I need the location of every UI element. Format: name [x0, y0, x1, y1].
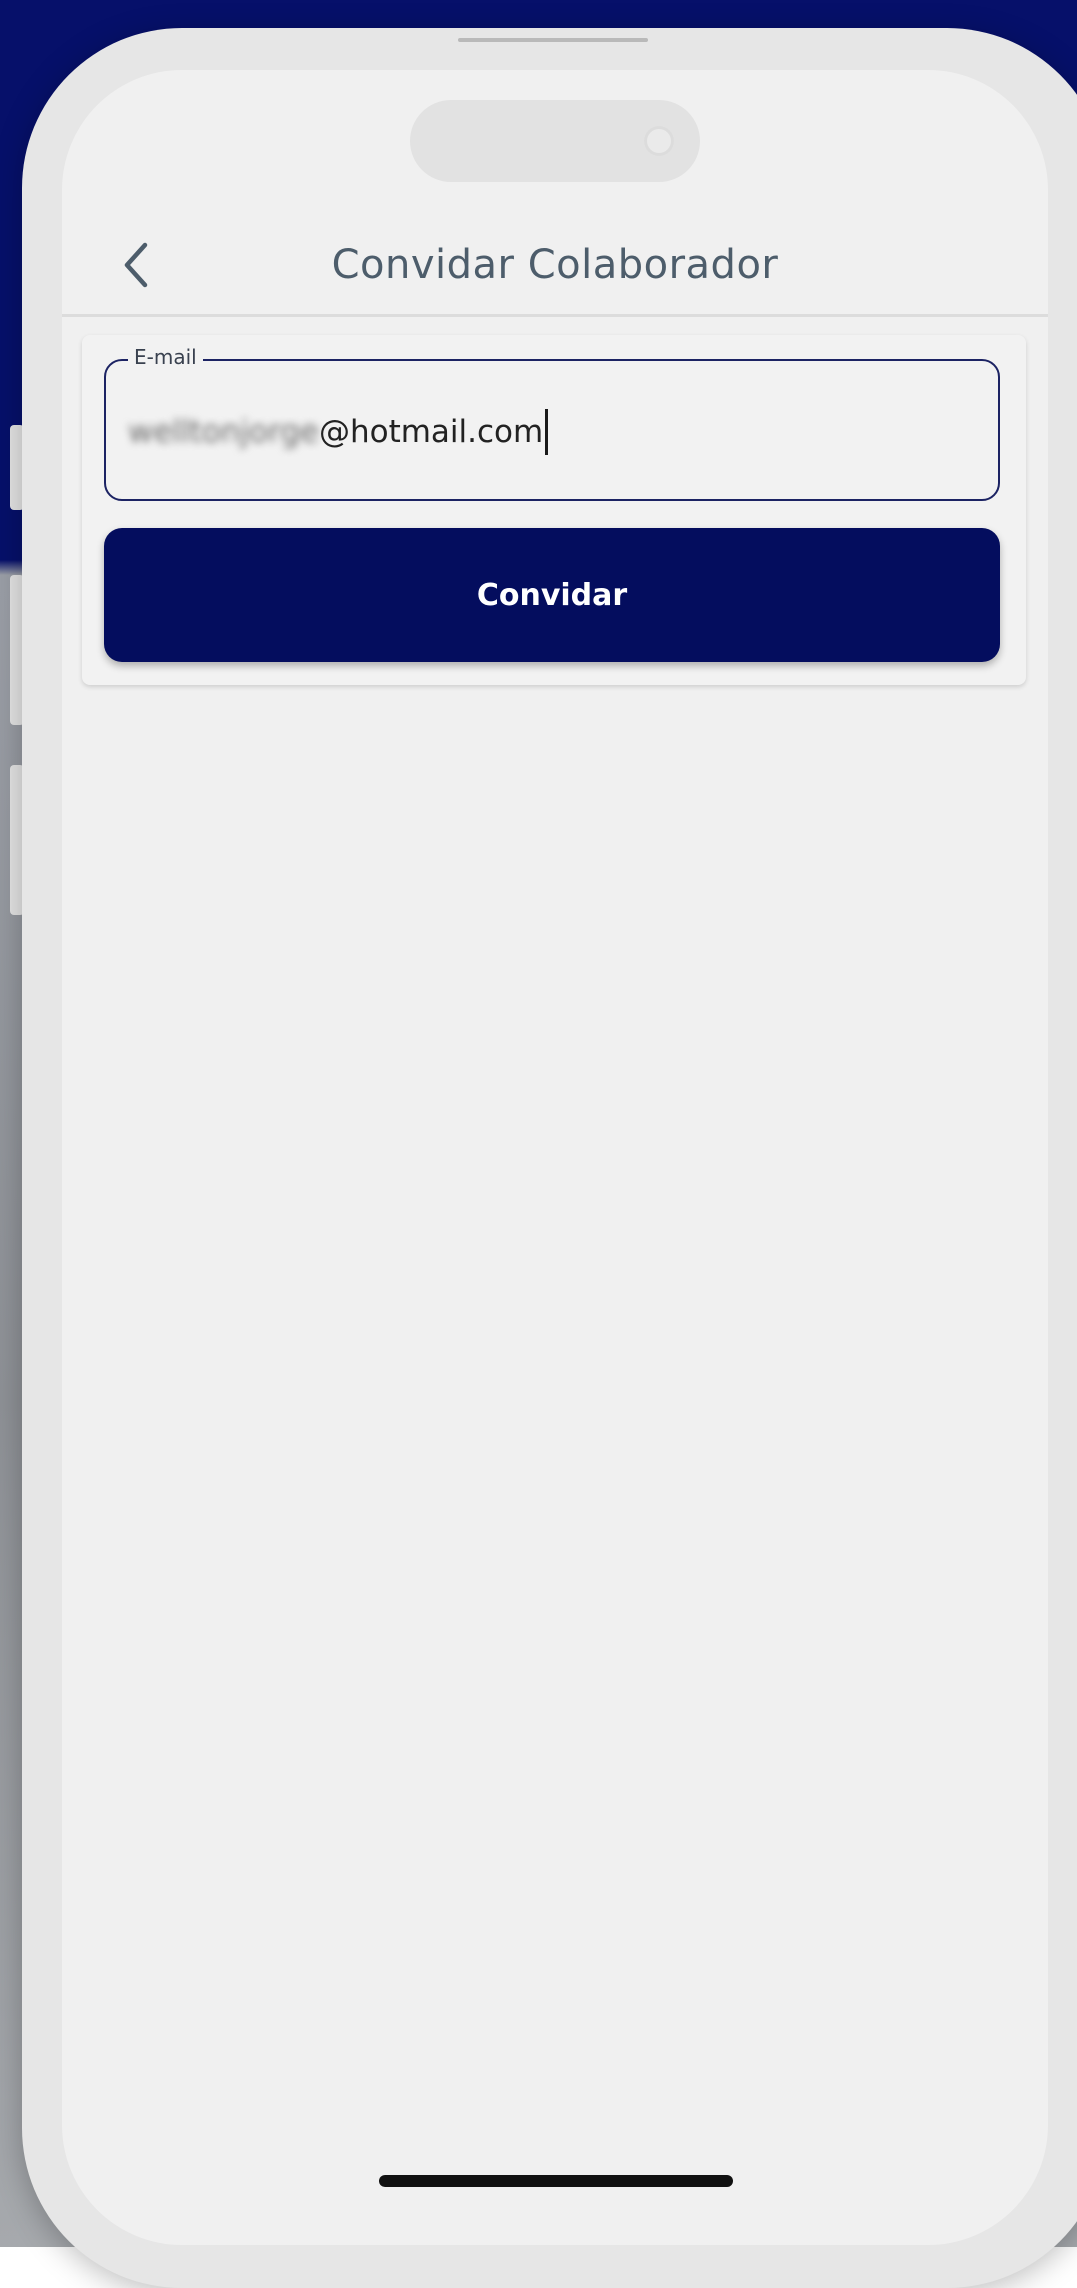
text-cursor	[545, 409, 549, 455]
app-screen: Convidar Colaborador E-mail welltonjorge…	[62, 70, 1048, 2245]
email-domain: @hotmail.com	[318, 414, 544, 450]
header-divider	[62, 314, 1048, 317]
page-title: Convidar Colaborador	[331, 242, 779, 288]
email-field[interactable]: E-mail welltonjorge @hotmail.com	[104, 345, 1000, 501]
dynamic-island	[410, 100, 700, 182]
home-indicator[interactable]	[379, 2175, 733, 2187]
phone-speaker-edge	[458, 38, 648, 42]
email-field-value[interactable]: welltonjorge @hotmail.com	[128, 409, 549, 455]
invite-form-card: E-mail welltonjorge @hotmail.com Convidar	[82, 335, 1026, 685]
email-username-redacted: welltonjorge	[128, 414, 319, 450]
app-header: Convidar Colaborador	[62, 220, 1048, 310]
invite-button[interactable]: Convidar	[104, 528, 1000, 662]
camera-icon	[644, 126, 674, 156]
email-field-label: E-mail	[128, 345, 203, 369]
